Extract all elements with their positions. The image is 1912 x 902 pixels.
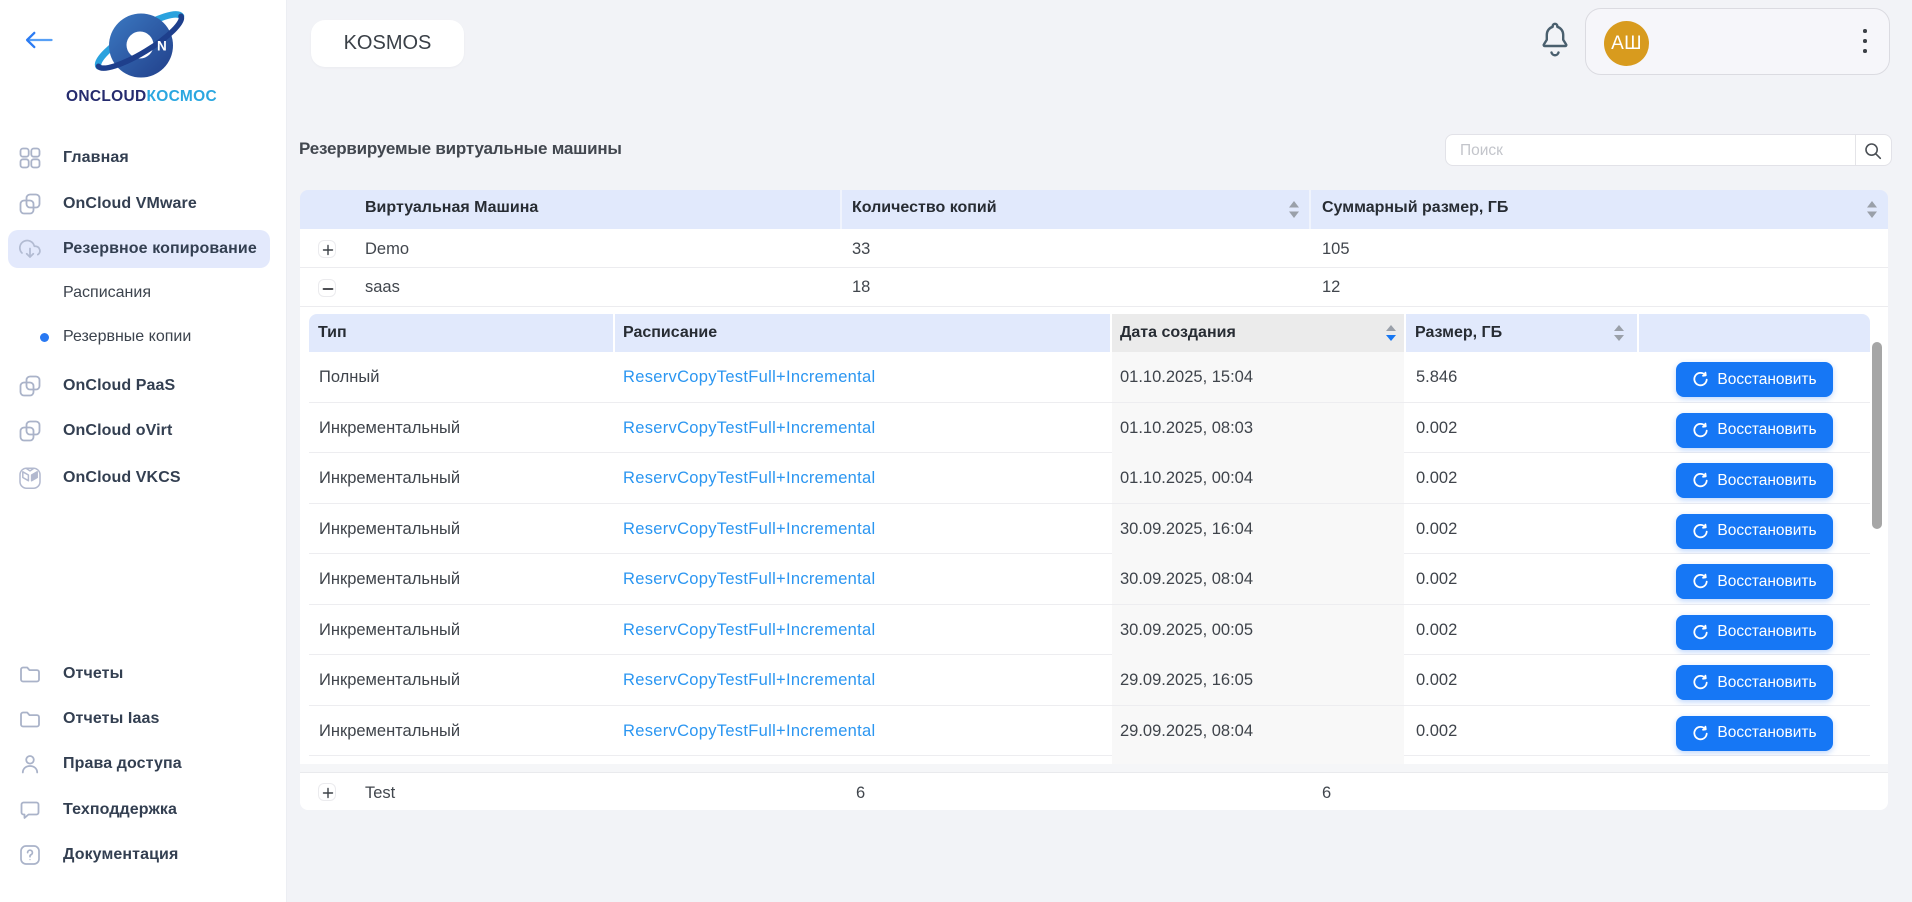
svg-text:N: N	[157, 39, 167, 54]
